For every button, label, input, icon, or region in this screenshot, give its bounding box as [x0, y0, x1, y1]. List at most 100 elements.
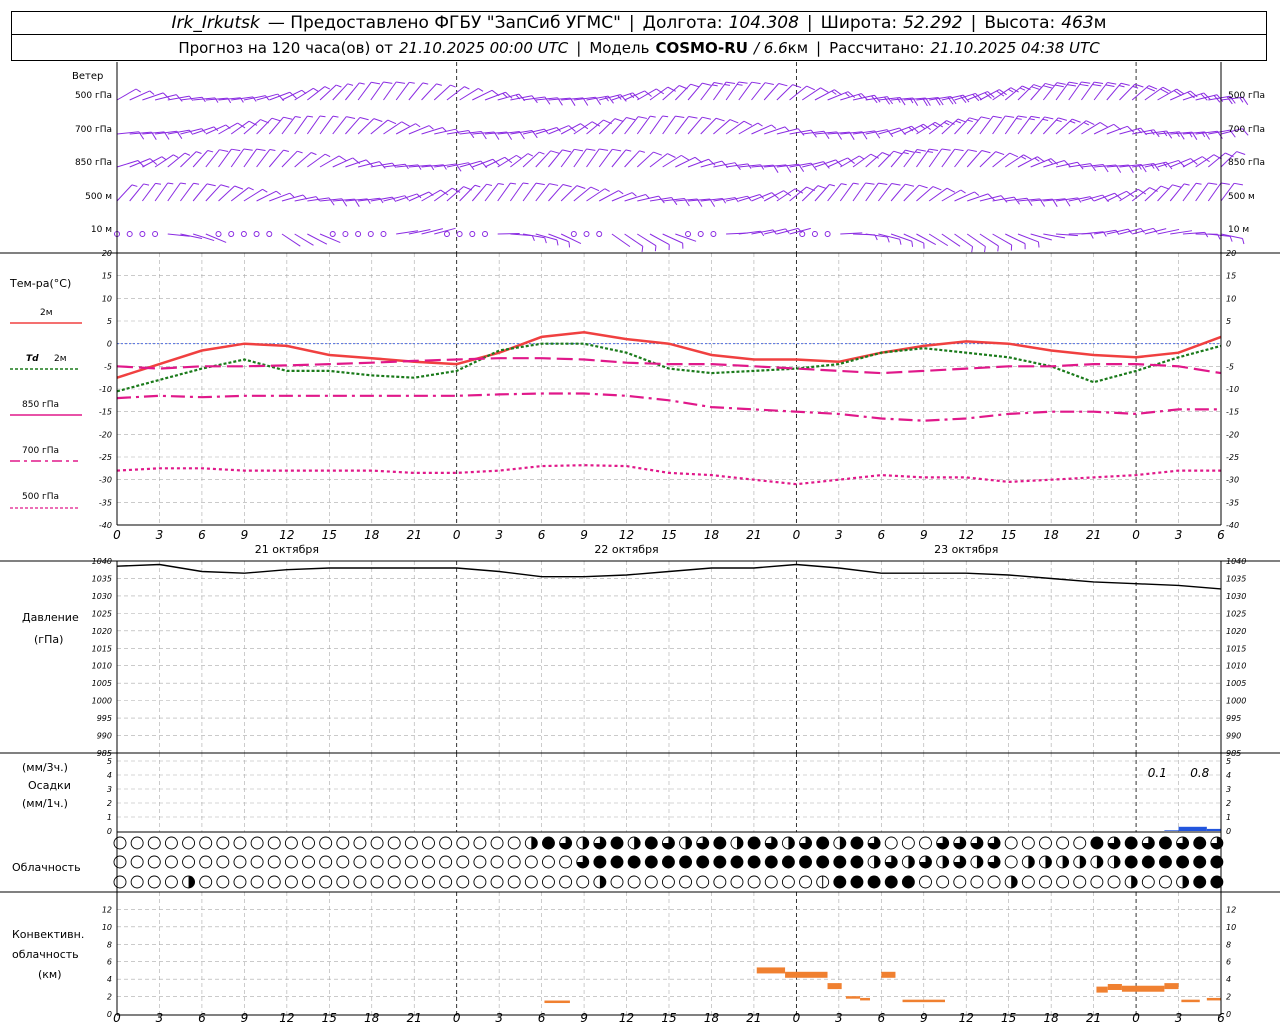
cloud-overcast: [645, 856, 658, 868]
wind-barb-flag: [1017, 115, 1027, 118]
cloud-symbol: [404, 875, 418, 889]
cloud-circle: [1073, 836, 1087, 850]
wind-barb-shaft: [916, 233, 936, 245]
cloud-symbol: [1056, 836, 1070, 850]
cloud-symbol: [867, 836, 881, 850]
cloud-symbol: [422, 875, 435, 889]
cloud-half: [1182, 876, 1189, 888]
wind-barb: [725, 195, 752, 202]
hour-tick-label: 18: [1044, 1011, 1060, 1024]
wind-barb: [268, 149, 289, 168]
wind-barb-half: [474, 184, 481, 188]
hour-tick-label: 3: [1175, 1011, 1183, 1024]
wind-barb-flag: [231, 148, 241, 152]
wind-barb-shaft: [1093, 192, 1115, 202]
hour-tick-label: 9: [241, 528, 249, 542]
wind-barb-flag: [932, 186, 942, 191]
wind-barb: [1119, 227, 1145, 235]
temp-tick-right: -40: [1226, 521, 1239, 530]
cloud-symbol: [387, 855, 401, 869]
cloud-symbol: [199, 875, 213, 889]
wind-barb: [687, 158, 716, 168]
wind-barb-shaft: [306, 115, 321, 135]
cloud-circle: [284, 836, 298, 850]
wind-barb-flag: [603, 119, 612, 125]
pressure-tick-left: 1005: [92, 679, 112, 688]
cloud-half: [874, 856, 881, 868]
wind-barb-shaft: [751, 82, 766, 101]
cloud-symbol: [593, 855, 607, 869]
wind-barb-flag: [957, 118, 967, 123]
wind-barb: [497, 93, 526, 102]
cloud-symbol: [816, 836, 830, 850]
conv-cloud-segment: [756, 967, 786, 974]
wind-calm-circle: [228, 231, 235, 237]
hour-tick-label: 6: [538, 1011, 546, 1024]
wind-barb-half: [450, 84, 456, 88]
cloud-overcast: [611, 837, 624, 849]
cloud-symbol: [250, 836, 264, 850]
wind-barb-flag: [941, 148, 951, 151]
wind-barb-shaft: [903, 123, 924, 135]
wind-barb-shaft: [370, 81, 384, 101]
precip-tick-right: 1: [1226, 813, 1231, 822]
temp-tick-left: -15: [99, 408, 112, 417]
wind-barb-shaft: [205, 124, 227, 135]
wind-barb-shaft: [218, 185, 235, 202]
cloud-symbol: [302, 836, 315, 850]
cloud-symbol: [953, 855, 967, 869]
wind-barb-flag: [1153, 129, 1160, 138]
wind-barb: [281, 89, 307, 101]
cloud-symbol: [1039, 836, 1052, 850]
cloud-overcast: [713, 856, 726, 868]
wind-barb-flag: [726, 81, 736, 84]
cloud-overcast: [816, 837, 829, 849]
cloud-circle: [1021, 875, 1035, 889]
cloud-symbol: [404, 855, 418, 869]
cloud-circle: [1056, 875, 1070, 889]
wind-barb-shaft: [433, 84, 451, 101]
wind-barb-flag: [679, 85, 688, 90]
wind-barb-half: [539, 151, 545, 155]
cloud-circle: [490, 855, 504, 869]
cloud-symbol: [833, 836, 847, 850]
wind-barb-flag: [688, 115, 698, 119]
cloud-symbol: [576, 875, 590, 889]
wind-barb: [697, 231, 704, 237]
hour-tick-label: 6: [877, 1011, 885, 1024]
wind-barb: [205, 149, 229, 168]
cloud-circle: [353, 855, 367, 869]
wind-barb: [890, 233, 914, 247]
wind-barb-half: [682, 243, 684, 249]
wind-barb: [824, 231, 831, 237]
wind-barb-half: [974, 191, 980, 196]
wind-barb-half: [1229, 236, 1233, 242]
cloud-overcast: [1193, 837, 1206, 849]
wind-barb: [459, 87, 484, 101]
wind-barb: [535, 126, 561, 135]
wind-barb: [256, 148, 276, 168]
cloud-symbol: [559, 836, 573, 850]
wind-barb-shaft: [1170, 158, 1191, 168]
wind-calm-circle: [824, 231, 831, 237]
cloud-symbol: [1141, 875, 1155, 889]
wind-barb: [928, 120, 955, 135]
cloud-symbol: [542, 875, 555, 889]
cloud-circle: [284, 855, 298, 869]
cloud-symbol: [216, 855, 230, 869]
pressure-tick-right: 1010: [1226, 662, 1246, 671]
cloud-symbol: [953, 875, 967, 889]
cloud-circle: [233, 875, 247, 889]
wind-calm-circle: [596, 231, 603, 237]
cloud-circle: [147, 855, 161, 869]
wind-barb: [776, 188, 804, 202]
wind-barb-shaft: [839, 182, 854, 202]
wind-barb-shaft: [205, 184, 222, 202]
cloud-overcast: [593, 856, 606, 868]
wind-barb-shaft: [916, 186, 934, 202]
wind-barb-flag: [946, 187, 956, 193]
cloud-overcast: [730, 856, 743, 868]
hour-tick-label: 0: [453, 1011, 461, 1024]
wind-barb-shaft: [180, 151, 197, 168]
temp-tick-left: 5: [107, 317, 112, 326]
